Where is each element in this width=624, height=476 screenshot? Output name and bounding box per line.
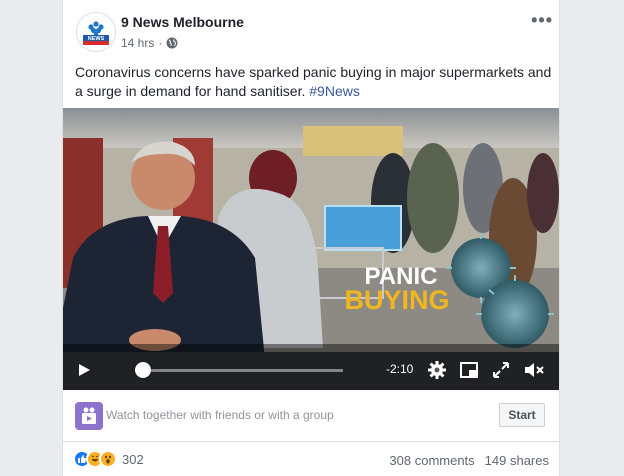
mute-icon[interactable]: [523, 360, 545, 380]
progress-knob[interactable]: [135, 362, 152, 378]
hashtag-link[interactable]: #9News: [309, 83, 360, 99]
comments-count[interactable]: 308 comments: [389, 453, 474, 468]
play-icon[interactable]: [77, 363, 91, 377]
video-player[interactable]: PANIC BUYING -2:10: [63, 108, 559, 390]
overlay-buying: BUYING: [344, 285, 449, 315]
pip-icon[interactable]: [459, 360, 479, 380]
wow-reaction-icon: [99, 450, 117, 468]
shares-count[interactable]: 149 shares: [485, 453, 549, 468]
reactions-summary[interactable]: 302: [73, 450, 144, 468]
post-card: NEWS 9 News Melbourne 14 hrs · ••• Coron…: [62, 0, 560, 476]
globe-icon: [166, 37, 178, 49]
watch-party-bar: Watch together with friends or with a gr…: [63, 390, 559, 442]
post-text: Coronavirus concerns have sparked panic …: [75, 63, 553, 101]
page-avatar[interactable]: NEWS: [76, 12, 116, 52]
video-frame: PANIC BUYING: [63, 108, 559, 390]
start-watch-party-button[interactable]: Start: [499, 403, 545, 427]
reaction-count[interactable]: 302: [122, 452, 144, 467]
time-remaining: -2:10: [386, 362, 414, 376]
post-timestamp[interactable]: 14 hrs: [121, 36, 154, 50]
fullscreen-icon[interactable]: [491, 360, 511, 380]
post-meta: 14 hrs ·: [121, 36, 178, 50]
watch-party-text: Watch together with friends or with a gr…: [106, 408, 334, 422]
progress-bar[interactable]: [135, 369, 343, 372]
page-name[interactable]: 9 News Melbourne: [121, 14, 244, 30]
video-controls: -2:10: [63, 350, 559, 390]
settings-icon[interactable]: [427, 360, 447, 380]
more-options-icon[interactable]: •••: [531, 10, 553, 31]
nine-news-logo: NEWS: [77, 13, 115, 51]
engagement-counts: 308 comments 149 shares: [389, 453, 549, 468]
watch-party-icon: [75, 402, 103, 430]
